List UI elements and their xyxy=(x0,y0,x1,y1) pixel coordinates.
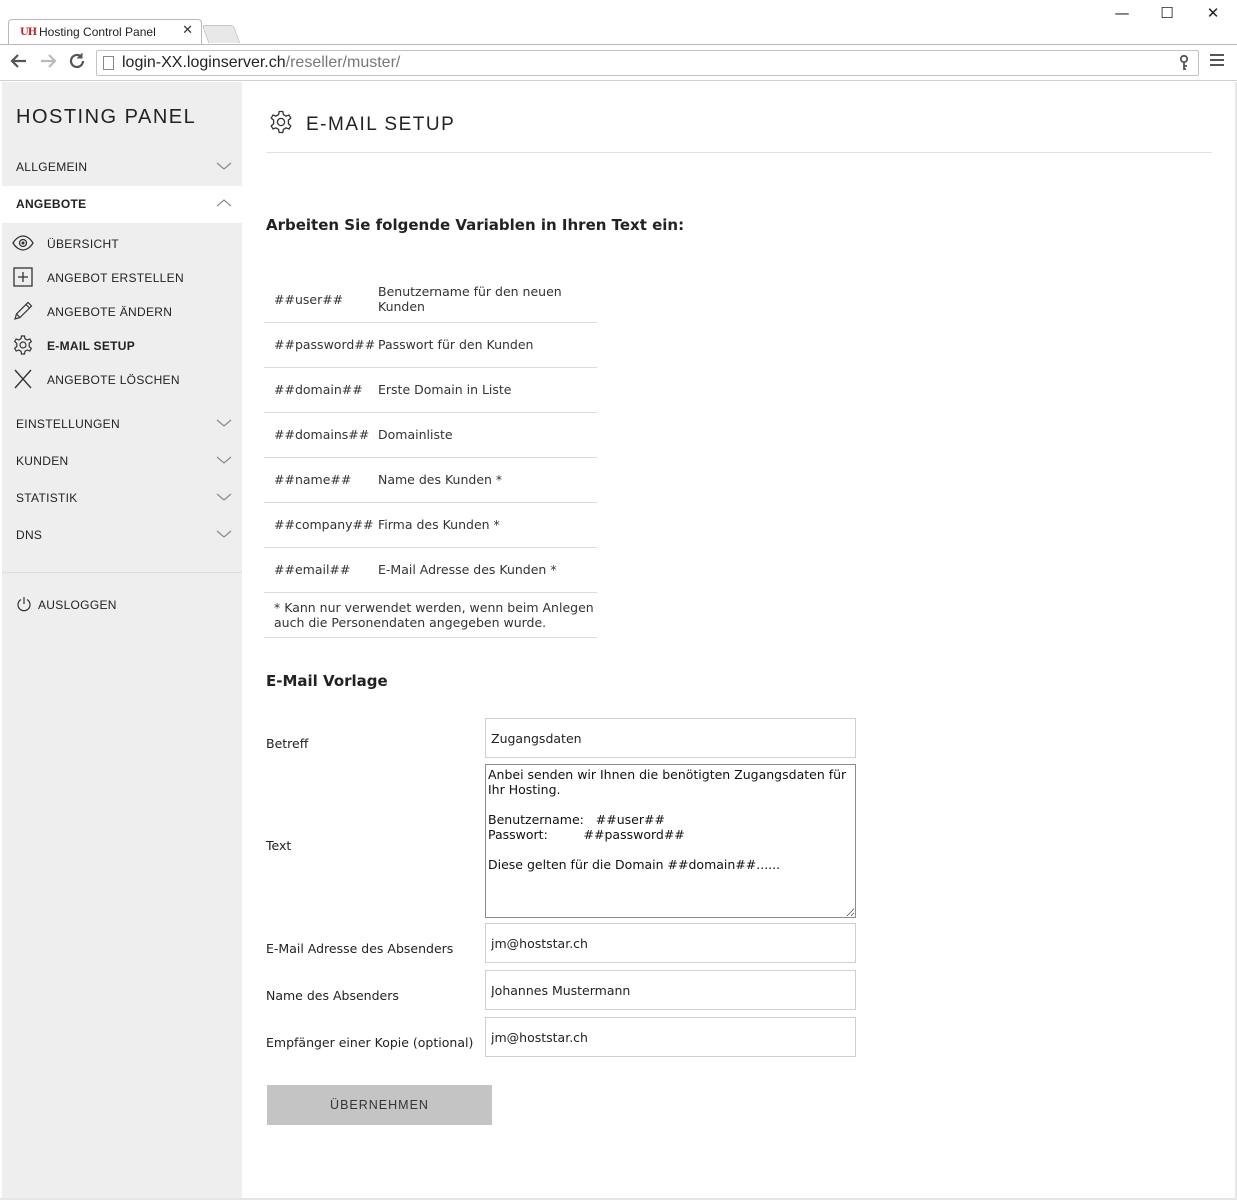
forward-arrow-icon[interactable] xyxy=(38,51,58,77)
subject-label: Betreff xyxy=(266,736,309,751)
window-maximize-button[interactable]: ☐ xyxy=(1152,4,1182,22)
table-row: * Kann nur verwendet werden, wenn beim A… xyxy=(264,592,597,638)
brand-title: HOSTING PANEL xyxy=(16,106,197,128)
variable-description: E-Mail Adresse des Kunden * xyxy=(378,547,597,593)
variable-description: Erste Domain in Liste xyxy=(378,367,597,413)
chevron-down-icon xyxy=(216,162,232,170)
sidebar-item-label: ÜBERSICHT xyxy=(47,237,120,251)
nav-section-angebote[interactable]: ANGEBOTE xyxy=(2,186,242,223)
nav-section-label: KUNDEN xyxy=(16,454,69,468)
text-label: Text xyxy=(266,838,292,853)
variable-key: ##domains## xyxy=(264,412,378,458)
window-close-button[interactable]: ✕ xyxy=(1198,4,1228,22)
nav-section-label: ANGEBOTE xyxy=(16,197,87,211)
chevron-down-icon xyxy=(216,419,232,427)
sidebar-item-angebot-erstellen[interactable]: ANGEBOT ERSTELLEN xyxy=(2,262,242,292)
cc-label: Empfänger einer Kopie (optional) xyxy=(266,1035,474,1050)
sidebar-item-label: ANGEBOT ERSTELLEN xyxy=(47,271,184,285)
sidebar-item-label: E-MAIL SETUP xyxy=(47,339,136,353)
variable-description: Domainliste xyxy=(378,412,597,458)
browser-toolbar: login-XX.loginserver.ch/reseller/muster/ xyxy=(0,44,1237,81)
sidebar-divider xyxy=(2,572,242,573)
back-arrow-icon[interactable] xyxy=(9,51,29,77)
power-icon xyxy=(17,597,31,612)
nav-section-allgemein[interactable]: ALLGEMEIN xyxy=(2,149,242,186)
variables-intro-heading: Arbeiten Sie folgende Variablen in Ihren… xyxy=(266,216,685,234)
nav-section-label: DNS xyxy=(16,528,43,542)
favicon-icon: UH xyxy=(20,27,37,38)
variable-key: ##domain## xyxy=(264,367,378,413)
sidebar-item-angebote-aendern[interactable]: ANGEBOTE ÄNDERN xyxy=(2,296,242,326)
nav-section-dns[interactable]: DNS xyxy=(2,517,242,554)
table-row: ##password## Passwort für den Kunden xyxy=(264,322,597,368)
main-content: E-MAIL SETUP Arbeiten Sie folgende Varia… xyxy=(242,82,1235,1198)
sidebar-item-angebote-loeschen[interactable]: ANGEBOTE LÖSCHEN xyxy=(2,364,242,394)
sender-name-label: Name des Absenders xyxy=(266,988,399,1003)
variable-description: Passwort für den Kunden xyxy=(378,322,597,368)
nav-section-kunden[interactable]: KUNDEN xyxy=(2,443,242,480)
nav-section-label: STATISTIK xyxy=(16,491,78,505)
table-row: ##user## Benutzername für den neuen Kund… xyxy=(264,277,597,323)
browser-titlebar: UH Hosting Control Panel ✕ — ☐ ✕ xyxy=(0,0,1237,45)
gear-icon xyxy=(13,335,33,355)
pencil-icon xyxy=(14,301,33,320)
table-row: ##domain## Erste Domain in Liste xyxy=(264,367,597,413)
submit-button[interactable]: ÜBERNEHMEN xyxy=(267,1085,492,1125)
tab-close-icon[interactable]: ✕ xyxy=(182,23,193,38)
table-row: ##name## Name des Kunden * xyxy=(264,457,597,503)
address-bar[interactable]: login-XX.loginserver.ch/reseller/muster/ xyxy=(96,50,1199,76)
chevron-down-icon xyxy=(216,493,232,501)
sidebar: HOSTING PANEL ALLGEMEIN ANGEBOTE ÜBERSIC… xyxy=(2,82,242,1198)
variable-key: ##password## xyxy=(264,322,378,368)
variable-description: Firma des Kunden * xyxy=(378,502,597,548)
variable-key: ##email## xyxy=(264,547,378,593)
nav-section-einstellungen[interactable]: EINSTELLUNGEN xyxy=(2,406,242,443)
variable-key: ##name## xyxy=(264,457,378,503)
table-row: ##email## E-Mail Adresse des Kunden * xyxy=(264,547,597,593)
chevron-down-icon xyxy=(216,530,232,538)
sidebar-item-uebersicht[interactable]: ÜBERSICHT xyxy=(2,228,242,258)
sidebar-item-email-setup[interactable]: E-MAIL SETUP xyxy=(2,330,242,360)
key-icon[interactable] xyxy=(1178,54,1190,75)
table-row: ##domains## Domainliste xyxy=(264,412,597,458)
chevron-up-icon xyxy=(216,199,232,207)
cc-input[interactable] xyxy=(485,1017,856,1057)
variable-description: Name des Kunden * xyxy=(378,457,597,503)
variable-key: ##user## xyxy=(264,277,378,323)
gear-icon xyxy=(270,110,292,134)
browser-menu-icon[interactable] xyxy=(1210,54,1224,69)
variable-description: Benutzername für den neuen Kunden xyxy=(378,277,597,323)
logout-button[interactable]: AUSLOGGEN xyxy=(2,592,242,616)
page-icon xyxy=(103,56,114,70)
window-minimize-button[interactable]: — xyxy=(1107,4,1137,22)
page-title: E-MAIL SETUP xyxy=(306,114,456,135)
tab-title: Hosting Control Panel xyxy=(39,25,156,39)
sidebar-item-label: ANGEBOTE ÄNDERN xyxy=(47,305,173,319)
variable-key: ##company## xyxy=(264,502,378,548)
eye-icon xyxy=(12,235,34,251)
reload-icon[interactable] xyxy=(67,51,87,77)
subject-input[interactable] xyxy=(485,718,856,758)
browser-tab[interactable]: UH Hosting Control Panel ✕ xyxy=(8,19,202,45)
chevron-down-icon xyxy=(216,456,232,464)
url-text[interactable]: login-XX.loginserver.ch/reseller/muster/ xyxy=(122,54,400,72)
nav-section-statistik[interactable]: STATISTIK xyxy=(2,480,242,517)
template-heading: E-Mail Vorlage xyxy=(266,672,388,690)
sidebar-item-label: ANGEBOTE LÖSCHEN xyxy=(47,373,180,387)
variables-footnote: * Kann nur verwendet werden, wenn beim A… xyxy=(264,592,597,638)
table-row: ##company## Firma des Kunden * xyxy=(264,502,597,548)
sender-name-input[interactable] xyxy=(485,970,856,1010)
nav-section-label: ALLGEMEIN xyxy=(16,160,88,174)
header-divider xyxy=(266,152,1212,153)
sender-email-label: E-Mail Adresse des Absenders xyxy=(266,941,454,956)
new-tab-button[interactable] xyxy=(201,25,241,43)
nav-section-label: EINSTELLUNGEN xyxy=(16,417,120,431)
plus-box-icon xyxy=(13,267,33,287)
sender-email-input[interactable] xyxy=(485,923,856,963)
close-icon xyxy=(14,369,32,389)
email-text-textarea[interactable]: Anbei senden wir Ihnen die benötigten Zu… xyxy=(485,764,856,918)
variables-table: ##user## Benutzername für den neuen Kund… xyxy=(264,277,597,638)
logout-label: AUSLOGGEN xyxy=(38,598,117,612)
